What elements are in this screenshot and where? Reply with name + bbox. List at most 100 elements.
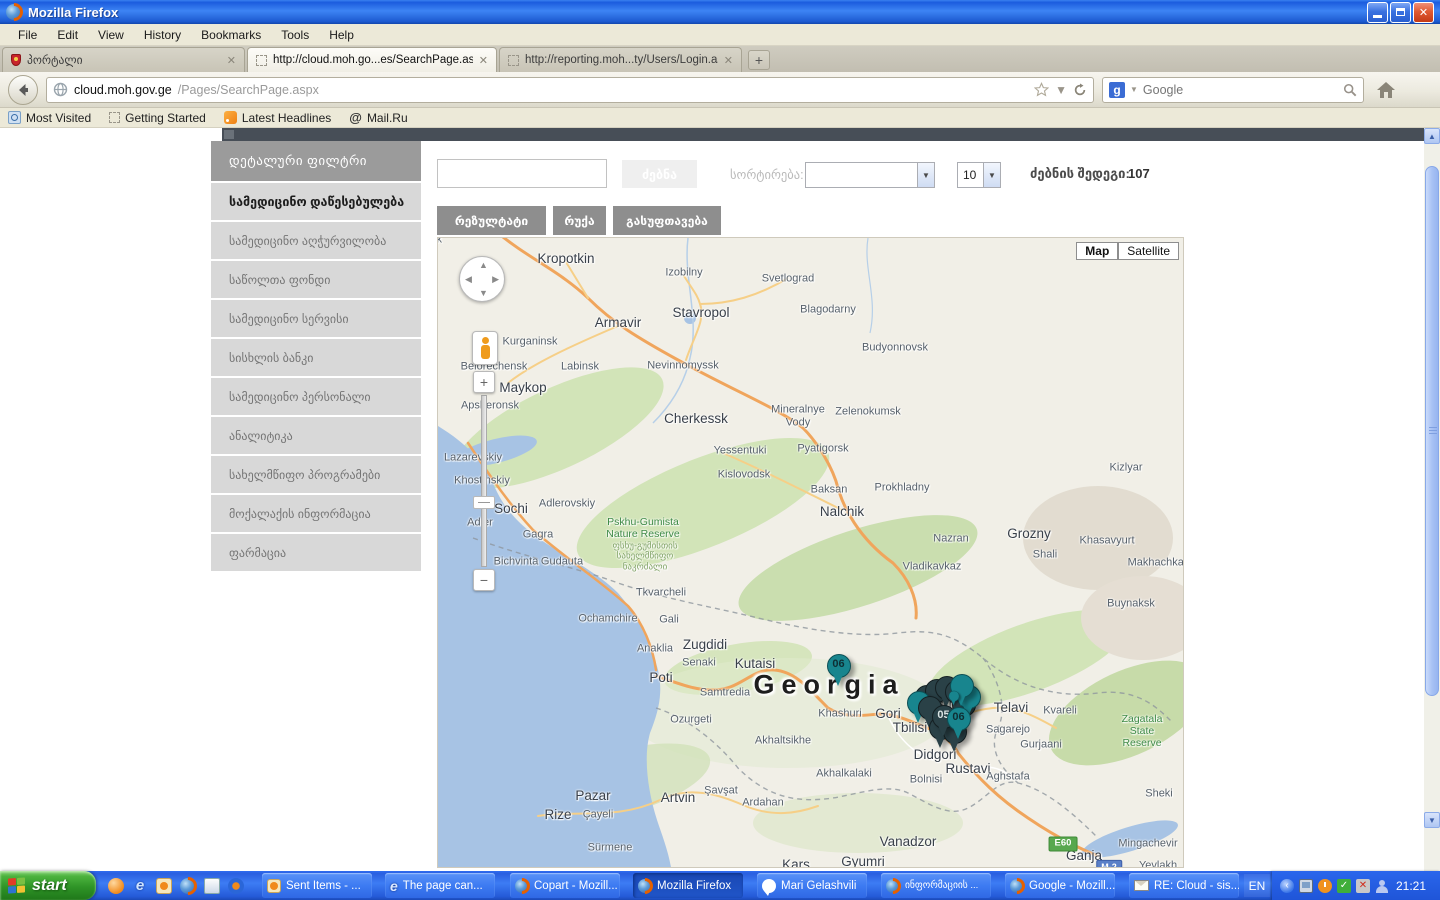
error-status-icon[interactable]: ✕ <box>1356 879 1370 893</box>
antivirus-check-icon[interactable]: ✓ <box>1337 879 1351 893</box>
taskbar-button-google[interactable]: Google - Mozill... <box>1005 873 1115 898</box>
pan-down-icon[interactable]: ▼ <box>479 288 488 298</box>
rss-icon <box>224 111 237 124</box>
bookmark-star-icon[interactable] <box>1034 82 1049 97</box>
sidebar-item-state-programs[interactable]: სახელმწიფო პროგრამები <box>211 454 421 493</box>
sidebar-item-blood-bank[interactable]: სისხლის ბანკი <box>211 337 421 376</box>
menu-history[interactable]: History <box>134 26 191 44</box>
map-type-satellite-button[interactable]: Satellite <box>1118 242 1179 260</box>
sidebar-item-medical-facility[interactable]: სამედიცინო დაწესებულება <box>211 181 421 220</box>
language-indicator[interactable]: EN <box>1244 874 1270 897</box>
map-type-map-button[interactable]: Map <box>1076 242 1118 260</box>
reload-icon[interactable] <box>1073 83 1087 97</box>
chevron-down-icon[interactable]: ▼ <box>917 163 934 187</box>
sidebar-item-bed-fund[interactable]: საწოლთა ფონდი <box>211 259 421 298</box>
new-tab-button[interactable]: + <box>748 50 770 70</box>
search-magnifier-icon[interactable] <box>1343 83 1357 97</box>
tab-close-icon[interactable]: ✕ <box>724 54 733 67</box>
scroll-down-icon[interactable]: ▼ <box>1424 812 1440 828</box>
map-label: Artvin <box>661 790 696 806</box>
site-nav-active-highlight[interactable] <box>515 128 662 141</box>
scrollbar-thumb[interactable] <box>1425 166 1439 696</box>
tab-reporting-login[interactable]: http://reporting.moh...ty/Users/Login.as… <box>499 47 742 72</box>
sidebar-item-analytics[interactable]: ანალიტიკა <box>211 415 421 454</box>
site-nav-home-icon[interactable] <box>224 130 234 139</box>
sidebar-item-medical-service[interactable]: სამედიცინო სერვისი <box>211 298 421 337</box>
tab-close-icon[interactable]: ✕ <box>479 54 488 67</box>
view-tab-results[interactable]: რეზულტატი <box>437 206 546 235</box>
tab-close-icon[interactable]: ✕ <box>227 54 236 67</box>
zoom-out-button[interactable]: − <box>473 569 495 591</box>
taskbar-button-informacia[interactable]: ინფორმაციის ... <box>881 873 991 898</box>
sidebar-item-medical-equipment[interactable]: სამედიცინო აღჭურვილობა <box>211 220 421 259</box>
pan-right-icon[interactable]: ▶ <box>492 274 499 285</box>
user-person-icon[interactable] <box>1375 879 1389 893</box>
reminder-clock-icon[interactable] <box>1318 879 1332 893</box>
pan-left-icon[interactable]: ◀ <box>465 274 472 285</box>
home-button[interactable] <box>1372 76 1400 104</box>
back-button[interactable] <box>8 75 38 105</box>
orange-sphere-icon[interactable] <box>108 878 124 894</box>
start-button[interactable]: start <box>0 871 96 900</box>
view-tab-clear[interactable]: გასუფთავება <box>613 206 721 235</box>
taskbar-button-mari-gelashvili[interactable]: Mari Gelashvili <box>757 873 867 898</box>
sidebar-item-citizen-info[interactable]: მოქალაქის ინფორმაცია <box>211 493 421 532</box>
map-marker[interactable]: 06 <box>827 654 851 688</box>
map-marker[interactable]: 06 <box>947 707 971 741</box>
map-marker[interactable] <box>949 691 960 706</box>
bookmarks-dropdown-icon[interactable]: ▼ <box>1055 83 1067 97</box>
firefox-icon[interactable] <box>180 878 196 894</box>
map-label: Adler <box>467 517 493 530</box>
menu-view[interactable]: View <box>88 26 134 44</box>
map-pan-control[interactable]: ▲ ▼ ◀ ▶ <box>459 256 505 302</box>
google-map[interactable]: KorenovskKropotkinIzobilnySvetlogradStav… <box>437 237 1184 868</box>
restore-button[interactable] <box>1390 2 1411 23</box>
sidebar-item-medical-personnel[interactable]: სამედიცინო პერსონალი <box>211 376 421 415</box>
zoom-in-button[interactable]: + <box>473 371 495 393</box>
menu-tools[interactable]: Tools <box>271 26 319 44</box>
bookmark-most-visited[interactable]: Most Visited <box>8 111 91 125</box>
tray-collapse-icon[interactable]: ‹ <box>1280 879 1294 893</box>
taskbar-button-sent-items[interactable]: Sent Items - ... <box>262 873 372 898</box>
keyword-input[interactable] <box>437 159 607 188</box>
view-tab-map[interactable]: რუქა <box>553 206 606 235</box>
close-button[interactable]: ✕ <box>1413 2 1434 23</box>
menu-edit[interactable]: Edit <box>47 26 88 44</box>
url-bar[interactable]: cloud.moh.gov.ge/Pages/SearchPage.aspx ▼ <box>46 77 1094 103</box>
sidebar-item-pharmacy[interactable]: ფარმაცია <box>211 532 421 571</box>
messenger-icon[interactable] <box>204 878 220 894</box>
menu-file[interactable]: File <box>8 26 47 44</box>
outlook-express-icon[interactable] <box>156 878 172 894</box>
pan-up-icon[interactable]: ▲ <box>479 260 488 270</box>
zoom-slider-handle[interactable] <box>473 496 495 509</box>
scroll-up-icon[interactable]: ▲ <box>1424 128 1440 144</box>
engine-dropdown-icon[interactable]: ▼ <box>1130 85 1138 94</box>
tab-search-page[interactable]: http://cloud.moh.go...es/SearchPage.aspx… <box>247 47 497 72</box>
taskbar-button-mozilla-firefox[interactable]: Mozilla Firefox <box>633 873 743 898</box>
zoom-slider-track[interactable] <box>481 395 487 567</box>
minimize-button[interactable] <box>1367 2 1388 23</box>
page-size-select[interactable]: 10 ▼ <box>957 162 1001 188</box>
display-icon[interactable] <box>1299 879 1313 893</box>
search-engine-box[interactable]: g ▼ <box>1102 77 1364 103</box>
menu-bookmarks[interactable]: Bookmarks <box>191 26 271 44</box>
vertical-scrollbar[interactable]: ▲ ▼ <box>1424 128 1440 871</box>
map-label: Sheki <box>1145 788 1173 801</box>
bookmark-getting-started[interactable]: Getting Started <box>109 111 206 125</box>
tab-portal[interactable]: პორტალი ✕ <box>2 47 245 72</box>
chevron-down-icon[interactable]: ▼ <box>983 163 1000 187</box>
taskbar-button-copart[interactable]: Copart - Mozill... <box>510 873 620 898</box>
at-sign-icon: @ <box>349 110 362 125</box>
bookmark-mailru[interactable]: @ Mail.Ru <box>349 110 407 125</box>
search-input[interactable] <box>1143 83 1338 97</box>
search-button[interactable]: ძებნა <box>622 160 697 188</box>
map-label: Shali <box>1033 549 1057 562</box>
menu-help[interactable]: Help <box>319 26 364 44</box>
ie-icon[interactable]: e <box>132 878 148 894</box>
media-player-icon[interactable] <box>228 878 244 894</box>
taskbar-button-page-cannot[interactable]: e The page can... <box>385 873 495 898</box>
sort-select[interactable]: ▼ <box>805 162 935 188</box>
taskbar-button-re-cloud[interactable]: RE: Cloud - sis... <box>1129 873 1239 898</box>
bookmark-latest-headlines[interactable]: Latest Headlines <box>224 111 331 125</box>
street-view-pegman[interactable] <box>472 331 498 365</box>
